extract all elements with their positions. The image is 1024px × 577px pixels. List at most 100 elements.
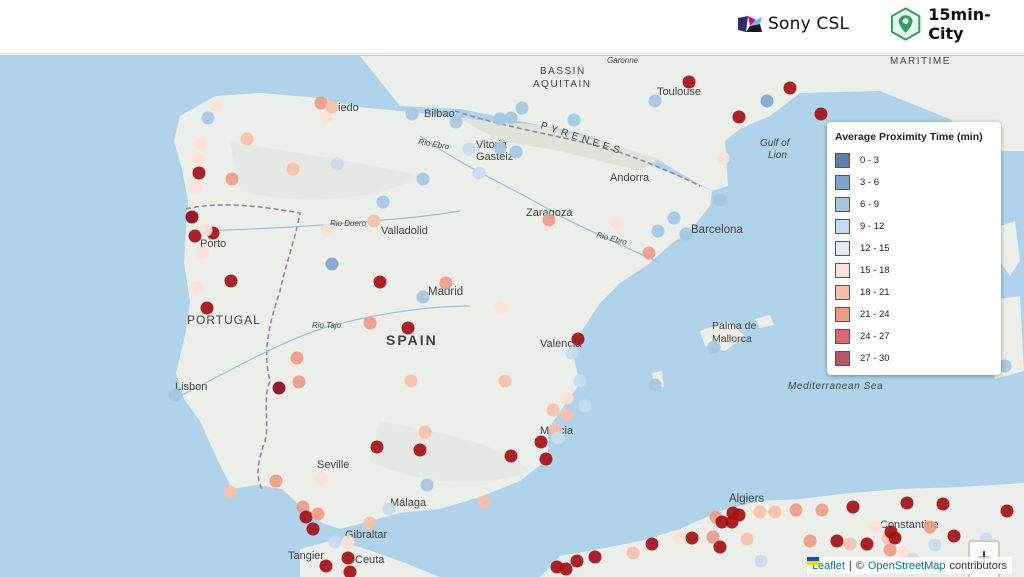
- proximity-point[interactable]: [189, 182, 202, 195]
- proximity-point[interactable]: [440, 277, 453, 290]
- proximity-point[interactable]: [761, 95, 774, 108]
- proximity-point[interactable]: [948, 530, 961, 543]
- proximity-point[interactable]: [494, 142, 507, 155]
- proximity-point[interactable]: [861, 538, 874, 551]
- openstreetmap-link[interactable]: OpenStreetMap: [868, 560, 946, 572]
- map-view[interactable]: BASSIN AQUITAIN Garonne Toulouse MARITIM…: [0, 55, 1024, 577]
- proximity-point[interactable]: [784, 82, 797, 95]
- proximity-point[interactable]: [551, 561, 564, 574]
- proximity-point[interactable]: [717, 152, 730, 165]
- proximity-point[interactable]: [755, 555, 768, 568]
- proximity-point[interactable]: [494, 301, 507, 314]
- proximity-point[interactable]: [870, 521, 883, 534]
- proximity-point[interactable]: [674, 532, 687, 545]
- proximity-point[interactable]: [383, 503, 396, 516]
- proximity-point[interactable]: [406, 108, 419, 121]
- proximity-point[interactable]: [1001, 505, 1014, 518]
- proximity-point[interactable]: [326, 258, 339, 271]
- proximity-point[interactable]: [884, 544, 897, 557]
- proximity-point[interactable]: [331, 158, 344, 171]
- proximity-point[interactable]: [473, 167, 486, 180]
- proximity-point[interactable]: [561, 409, 574, 422]
- proximity-point[interactable]: [419, 426, 432, 439]
- proximity-point[interactable]: [643, 247, 656, 260]
- proximity-point[interactable]: [405, 375, 418, 388]
- proximity-point[interactable]: [377, 196, 390, 209]
- proximity-point[interactable]: [680, 228, 693, 241]
- proximity-point[interactable]: [627, 547, 640, 560]
- proximity-point[interactable]: [414, 444, 427, 457]
- proximity-point[interactable]: [847, 501, 860, 514]
- proximity-point[interactable]: [364, 517, 377, 530]
- proximity-point[interactable]: [543, 214, 556, 227]
- proximity-point[interactable]: [169, 389, 182, 402]
- proximity-point[interactable]: [568, 114, 581, 127]
- proximity-point[interactable]: [889, 532, 902, 545]
- proximity-point[interactable]: [494, 113, 507, 126]
- proximity-point[interactable]: [611, 217, 624, 230]
- proximity-point[interactable]: [329, 536, 342, 549]
- proximity-point[interactable]: [646, 538, 659, 551]
- proximity-point[interactable]: [321, 224, 334, 237]
- proximity-point[interactable]: [368, 215, 381, 228]
- proximity-point[interactable]: [316, 472, 329, 485]
- proximity-point[interactable]: [200, 224, 213, 237]
- proximity-point[interactable]: [733, 111, 746, 124]
- proximity-point[interactable]: [589, 551, 602, 564]
- proximity-point[interactable]: [402, 322, 415, 335]
- proximity-point[interactable]: [552, 432, 565, 445]
- proximity-point[interactable]: [816, 504, 829, 517]
- proximity-point[interactable]: [652, 225, 665, 238]
- proximity-point[interactable]: [714, 541, 727, 554]
- proximity-point[interactable]: [566, 347, 579, 360]
- proximity-point[interactable]: [226, 173, 239, 186]
- proximity-point[interactable]: [574, 375, 587, 388]
- proximity-point[interactable]: [450, 116, 463, 129]
- proximity-point[interactable]: [714, 194, 727, 207]
- proximity-point[interactable]: [540, 453, 553, 466]
- proximity-point[interactable]: [741, 533, 754, 546]
- proximity-point[interactable]: [547, 404, 560, 417]
- proximity-point[interactable]: [196, 138, 209, 151]
- proximity-point[interactable]: [342, 536, 355, 549]
- proximity-point[interactable]: [371, 441, 384, 454]
- proximity-point[interactable]: [924, 521, 937, 534]
- proximity-point[interactable]: [929, 539, 942, 552]
- proximity-point[interactable]: [312, 508, 325, 521]
- proximity-point[interactable]: [273, 382, 286, 395]
- proximity-point[interactable]: [421, 479, 434, 492]
- proximity-point[interactable]: [937, 498, 950, 511]
- proximity-point[interactable]: [754, 506, 767, 519]
- proximity-point[interactable]: [844, 538, 857, 551]
- proximity-point[interactable]: [209, 100, 222, 113]
- proximity-point[interactable]: [192, 153, 205, 166]
- proximity-point[interactable]: [649, 379, 662, 392]
- proximity-point[interactable]: [463, 143, 476, 156]
- proximity-point[interactable]: [668, 212, 681, 225]
- proximity-point[interactable]: [417, 173, 430, 186]
- proximity-point[interactable]: [307, 523, 320, 536]
- proximity-point[interactable]: [197, 247, 210, 260]
- proximity-point[interactable]: [241, 133, 254, 146]
- proximity-point[interactable]: [649, 95, 662, 108]
- proximity-point[interactable]: [225, 275, 238, 288]
- 15min-city-logo[interactable]: 15min-City: [889, 7, 1024, 41]
- proximity-point[interactable]: [270, 475, 283, 488]
- proximity-point[interactable]: [191, 281, 204, 294]
- proximity-point[interactable]: [505, 112, 518, 125]
- proximity-point[interactable]: [202, 112, 215, 125]
- proximity-point[interactable]: [342, 552, 355, 565]
- proximity-point[interactable]: [572, 333, 585, 346]
- proximity-point[interactable]: [815, 108, 828, 121]
- proximity-point[interactable]: [726, 516, 739, 529]
- proximity-point[interactable]: [478, 496, 491, 509]
- proximity-point[interactable]: [804, 535, 817, 548]
- proximity-point[interactable]: [561, 392, 574, 405]
- proximity-point[interactable]: [505, 450, 518, 463]
- proximity-point[interactable]: [224, 486, 237, 499]
- proximity-point[interactable]: [320, 560, 333, 573]
- proximity-point[interactable]: [683, 76, 696, 89]
- sony-csl-logo[interactable]: Sony CSL: [738, 11, 849, 37]
- proximity-point[interactable]: [516, 102, 529, 115]
- proximity-point[interactable]: [708, 341, 721, 354]
